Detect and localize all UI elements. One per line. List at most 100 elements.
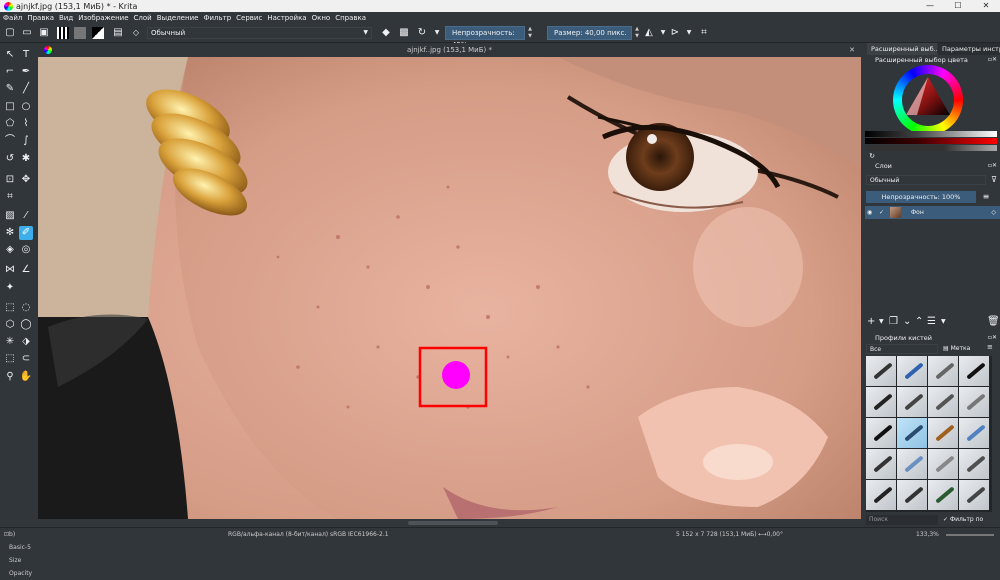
brush-preset[interactable] bbox=[928, 480, 958, 510]
rectangle-icon[interactable]: □ bbox=[3, 100, 17, 114]
fg-bg-color-swatch[interactable] bbox=[92, 27, 104, 39]
freehand-select-icon[interactable]: ◯ bbox=[19, 318, 33, 332]
menu-image[interactable]: Изображение bbox=[78, 14, 128, 22]
menu-view[interactable]: Вид bbox=[59, 14, 73, 22]
menu-file[interactable]: Файл bbox=[3, 14, 22, 22]
layer-row[interactable]: ◉ ✓ Фон ◇ bbox=[865, 206, 1000, 219]
value-slider[interactable] bbox=[865, 131, 997, 137]
polyline-icon[interactable]: ⌇ bbox=[19, 117, 33, 131]
chevron-down-icon[interactable]: ▼ bbox=[941, 315, 946, 329]
brush-preset[interactable] bbox=[928, 356, 958, 386]
color-wheel[interactable] bbox=[893, 65, 963, 135]
chevron-down-icon[interactable]: ▼ bbox=[879, 315, 884, 329]
brush-tag-select[interactable]: Все bbox=[866, 344, 938, 354]
size-slider[interactable]: Размер: 40,00 пикс. bbox=[547, 26, 632, 40]
dynamic-brush-icon[interactable]: ↺ bbox=[3, 152, 17, 166]
text-icon[interactable]: T bbox=[19, 48, 33, 62]
bezier-icon[interactable]: ⌒ bbox=[3, 134, 17, 148]
brush-preset[interactable] bbox=[866, 449, 896, 479]
brush-preset[interactable] bbox=[897, 449, 927, 479]
move-icon[interactable]: ✥ bbox=[19, 173, 33, 187]
reference-icon[interactable]: ✦ bbox=[3, 281, 17, 295]
brush-search-input[interactable]: Поиск bbox=[866, 515, 938, 525]
gradient-icon[interactable]: ▨ bbox=[3, 209, 17, 223]
layer-options-icon[interactable]: ☰ bbox=[927, 315, 936, 329]
brush-preset[interactable] bbox=[928, 449, 958, 479]
similar-select-icon[interactable]: ⬗ bbox=[19, 335, 33, 349]
menu-edit[interactable]: Правка bbox=[27, 14, 54, 22]
zoom-slider[interactable] bbox=[946, 534, 994, 536]
brush-preset[interactable] bbox=[959, 418, 989, 448]
color-history-strip[interactable] bbox=[865, 145, 997, 151]
zoom-icon[interactable]: ⚲ bbox=[3, 370, 17, 384]
tab-advanced-color[interactable]: Расширенный выб... bbox=[867, 43, 937, 55]
open-document-icon[interactable]: ▭ bbox=[21, 27, 33, 39]
brush-preset[interactable] bbox=[959, 387, 989, 417]
document-tab[interactable]: ajnjkf..jpg (153,1 МиБ) * ✕ bbox=[38, 43, 861, 57]
menu-settings[interactable]: Настройка bbox=[267, 14, 306, 22]
saturation-slider[interactable] bbox=[865, 138, 997, 144]
rotation-status[interactable]: ⟷ 0,00° bbox=[758, 528, 783, 541]
brush-preset-preview-icon[interactable]: ◇ bbox=[130, 27, 142, 39]
menu-tools[interactable]: Сервис bbox=[236, 14, 262, 22]
add-layer-icon[interactable]: + bbox=[867, 315, 875, 329]
duplicate-layer-icon[interactable]: ❐ bbox=[889, 315, 898, 329]
reload-preset-icon[interactable]: ↻ bbox=[416, 27, 428, 39]
brush-preset[interactable] bbox=[866, 418, 896, 448]
menu-select[interactable]: Выделение bbox=[157, 14, 199, 22]
brush-tag-label[interactable]: ▤ Метка bbox=[943, 344, 970, 354]
opacity-spin[interactable]: ▲ ▼ bbox=[526, 26, 534, 40]
brush-preset[interactable] bbox=[866, 480, 896, 510]
calligraphy-icon[interactable]: ✒ bbox=[19, 65, 33, 79]
brush-preset[interactable] bbox=[897, 356, 927, 386]
menu-icon[interactable]: ≡ bbox=[979, 190, 993, 204]
brush-preset[interactable] bbox=[866, 356, 896, 386]
preserve-alpha-icon[interactable]: ▩ bbox=[398, 27, 410, 39]
chevron-down-icon[interactable]: ▼ bbox=[657, 27, 669, 39]
contiguous-select-icon[interactable]: ✳ bbox=[3, 335, 17, 349]
maximize-button[interactable]: ☐ bbox=[944, 0, 972, 12]
wrap-around-icon[interactable]: ⌗ bbox=[698, 27, 710, 39]
layer-opacity-slider[interactable]: Непрозрачность: 100% bbox=[866, 191, 976, 203]
menu-layer[interactable]: Слой bbox=[134, 14, 152, 22]
brush-icon[interactable]: ✎ bbox=[3, 82, 17, 96]
freehand-path-icon[interactable]: ∫ bbox=[19, 134, 33, 148]
brush-preset[interactable] bbox=[959, 480, 989, 510]
menu-window[interactable]: Окно bbox=[312, 14, 331, 22]
magnetic-select-icon[interactable]: ⊂ bbox=[19, 352, 33, 366]
scroll-thumb[interactable] bbox=[408, 521, 498, 525]
rect-select-icon[interactable]: ⬚ bbox=[3, 301, 17, 315]
color-triangle[interactable] bbox=[893, 65, 963, 135]
menu-help[interactable]: Справка bbox=[335, 14, 366, 22]
ellipse-select-icon[interactable]: ◌ bbox=[19, 301, 33, 315]
checkmark-icon[interactable]: ✓ bbox=[879, 206, 884, 219]
delete-layer-icon[interactable]: 🗑 bbox=[987, 315, 1000, 329]
mirror-horizontal-icon[interactable]: ◭ bbox=[643, 27, 655, 39]
smart-patch-icon[interactable]: ✐ bbox=[19, 226, 33, 240]
visibility-eye-icon[interactable]: ◉ bbox=[867, 206, 872, 219]
crop-icon[interactable]: ⌗ bbox=[3, 190, 17, 204]
menu-filter[interactable]: Фильтр bbox=[203, 14, 231, 22]
enclosed-fill-icon[interactable]: ◎ bbox=[19, 243, 33, 257]
brush-presets-icon[interactable]: ▤ bbox=[112, 27, 124, 39]
color-picker-icon[interactable]: ⁄ bbox=[19, 209, 33, 223]
panel-float-close-icon[interactable]: ▫✕ bbox=[988, 333, 997, 343]
chevron-down-icon[interactable]: ▼ bbox=[683, 27, 695, 39]
transform-icon[interactable]: ⊡ bbox=[3, 173, 17, 187]
colorize-mask-icon[interactable]: ✻ bbox=[3, 226, 17, 240]
assistant-icon[interactable]: ⋈ bbox=[3, 263, 17, 277]
ellipse-icon[interactable]: ○ bbox=[19, 100, 33, 114]
move-down-icon[interactable]: ⌄ bbox=[903, 315, 911, 329]
edit-shapes-icon[interactable]: ⌐ bbox=[3, 65, 17, 79]
pointer-icon[interactable]: ↖ bbox=[3, 48, 17, 62]
multibrush-icon[interactable]: ✱ bbox=[19, 152, 33, 166]
menu-icon[interactable]: ≡ bbox=[987, 343, 993, 351]
brush-status[interactable]: ⊡ b) Basic-5 Size Opacity bbox=[4, 528, 32, 577]
save-icon[interactable]: ▣ bbox=[38, 27, 50, 39]
size-spin[interactable]: ▲ ▼ bbox=[633, 26, 641, 40]
minimize-button[interactable]: — bbox=[916, 0, 944, 12]
opacity-slider[interactable]: Непрозрачность: 45% bbox=[445, 26, 525, 49]
blend-mode-select[interactable]: Обычный ▼ bbox=[147, 27, 372, 39]
layer-properties-icon[interactable]: ◇ bbox=[991, 206, 996, 219]
pattern-swatch[interactable] bbox=[74, 27, 86, 39]
